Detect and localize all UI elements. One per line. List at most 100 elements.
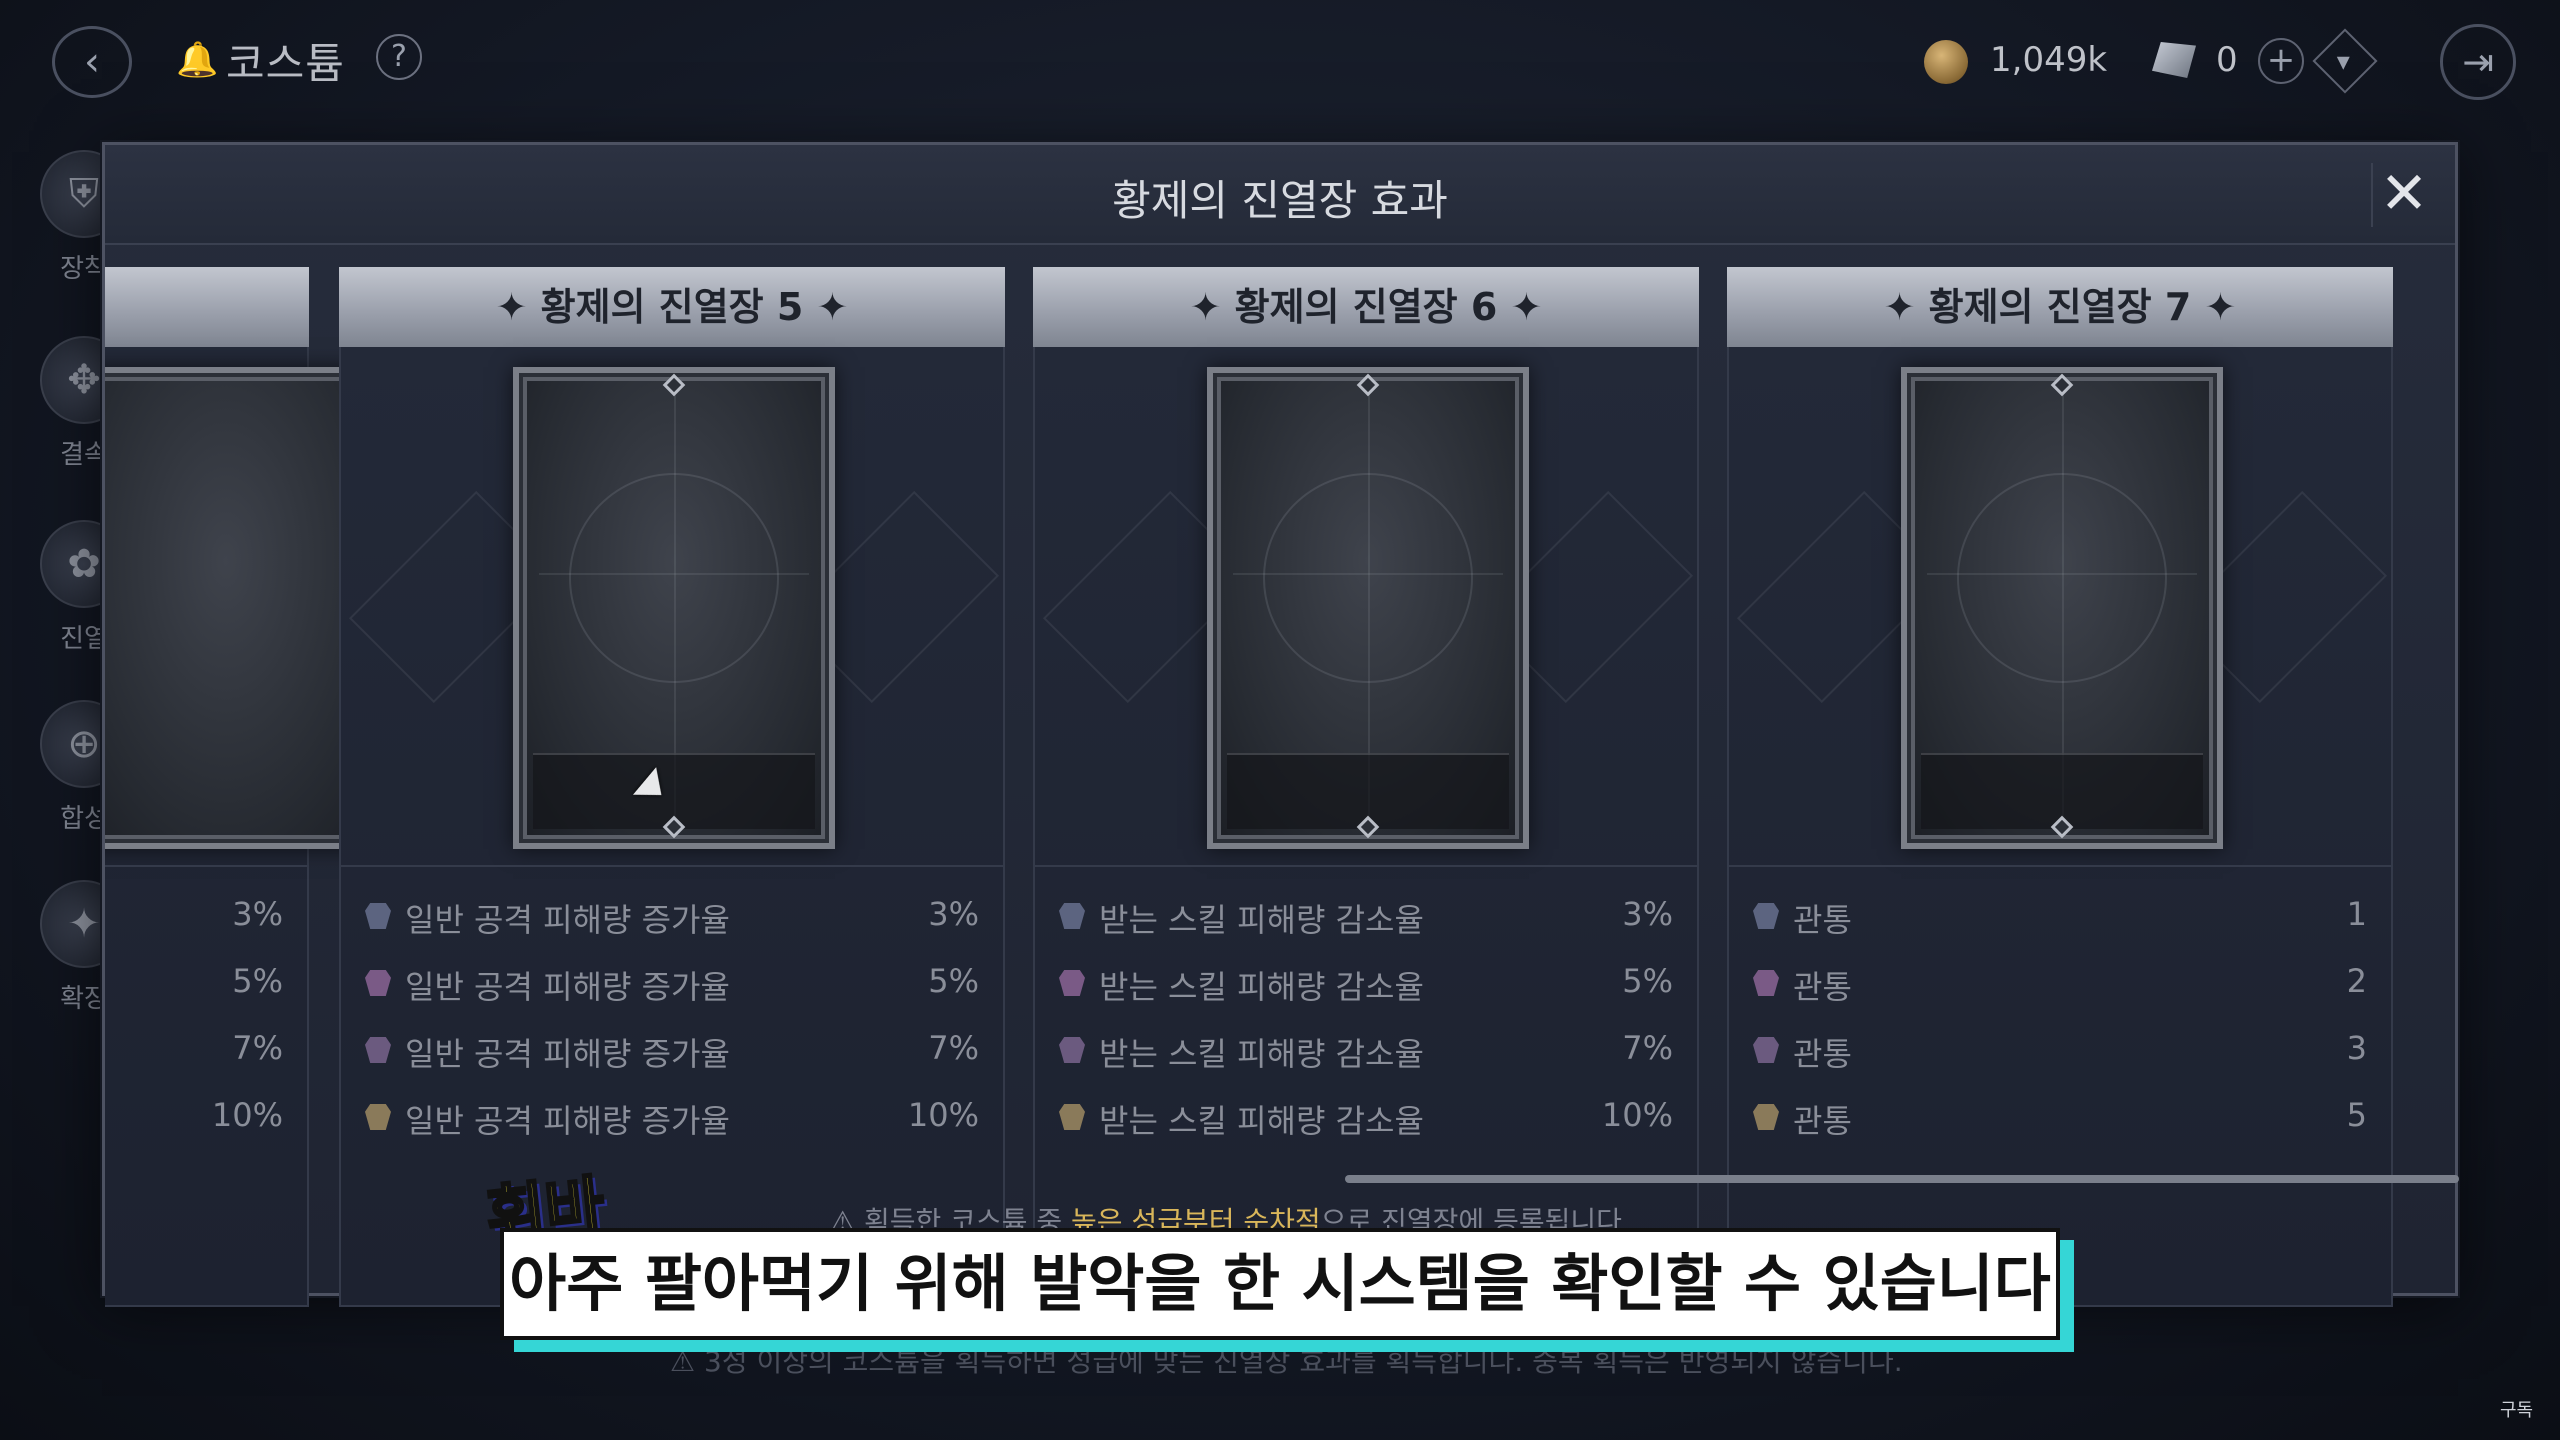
- gold-coin-icon: [1924, 40, 1968, 84]
- costume-grade-icon: [1059, 970, 1085, 996]
- stat-label: 받는 스킬 피해량 감소율: [1099, 1035, 1424, 1073]
- card-divider: [341, 865, 1003, 867]
- back-button[interactable]: ‹: [52, 26, 132, 98]
- close-button[interactable]: ✕: [2371, 163, 2435, 227]
- stat-value: 10%: [1601, 1096, 1673, 1134]
- card-title: ✦ 황제의 진열장 7 ✦: [1727, 267, 2393, 347]
- page-title: 코스튬: [226, 39, 345, 88]
- card-body: 일반 공격 피해량 증가율 3% 일반 공격 피해량 증가율 5% 일반 공격 피해…: [339, 347, 1005, 1307]
- stat-label: 관통: [1793, 1035, 1852, 1073]
- stat-value: 3%: [928, 895, 979, 933]
- modal-title: 황제의 진열장 효과: [1112, 176, 1448, 225]
- stat-row: 일반 공격 피해량 증가율 7%: [365, 1021, 983, 1081]
- stat-label: 관통: [1793, 901, 1852, 939]
- stat-row: 관통 1: [1753, 887, 2371, 947]
- costume-grade-icon: [1753, 1104, 1779, 1130]
- add-currency-button[interactable]: +: [2258, 38, 2304, 84]
- exit-button[interactable]: ⇥: [2440, 24, 2516, 100]
- costume-grade-icon: [365, 970, 391, 996]
- display-card-5[interactable]: ✦ 황제의 진열장 5 ✦ 일반 공격 피해량 증가율 3% 일반 공격 피해량 …: [339, 267, 1005, 1307]
- stat-label: 일반 공격 피해량 증가율: [405, 901, 730, 939]
- display-card-7[interactable]: ✦ 황제의 진열장 7 ✦ 관통 1 관통 2 관통 3 관통 5: [1727, 267, 2393, 1307]
- card-frame: [1207, 367, 1529, 849]
- stat-label: 받는 스킬 피해량 감소율: [1099, 901, 1424, 939]
- stat-label: 관통: [1793, 968, 1852, 1006]
- back-arrow-icon: ‹: [84, 39, 100, 85]
- costume-grade-icon: [365, 903, 391, 929]
- stat-value: 2: [2346, 962, 2367, 1000]
- stat-value: 5%: [928, 962, 979, 1000]
- stat-value: 5: [2346, 1096, 2367, 1134]
- stat-row: 관통 2: [1753, 954, 2371, 1014]
- stat-row: 10%: [105, 1088, 287, 1148]
- stat-value: 7%: [928, 1029, 979, 1067]
- stat-row: 받는 스킬 피해량 감소율 3%: [1059, 887, 1677, 947]
- costume-grade-icon: [1753, 903, 1779, 929]
- stat-row: 받는 스킬 피해량 감소율 10%: [1059, 1088, 1677, 1148]
- stat-row: 5%: [105, 954, 287, 1014]
- diamond-icon: [662, 373, 686, 397]
- display-card-4: ✦ ✦ 3% 5% 7% 10%: [105, 267, 387, 1307]
- stat-value: 1: [2346, 895, 2367, 933]
- stat-value: 5%: [232, 962, 283, 1000]
- costume-grade-icon: [1059, 1037, 1085, 1063]
- frame-line: [1927, 573, 2197, 575]
- stat-row: 7%: [105, 1021, 287, 1081]
- costume-grade-icon: [1753, 970, 1779, 996]
- horizontal-scrollbar[interactable]: [1345, 1175, 2459, 1183]
- stat-value: 3%: [232, 895, 283, 933]
- gem-icon: [2152, 42, 2196, 78]
- display-card-6[interactable]: ✦ 황제의 진열장 6 ✦ 받는 스킬 피해량 감소율 3% 받는 스킬 피해량 …: [1033, 267, 1699, 1307]
- card-title: ✦ 황제의 진열장 5 ✦: [339, 267, 1005, 347]
- stat-label: 일반 공격 피해량 증가율: [405, 968, 730, 1006]
- card-divider: [105, 865, 307, 867]
- costume-grade-icon: [1059, 903, 1085, 929]
- stat-label: 관통: [1793, 1102, 1852, 1140]
- stat-label: 받는 스킬 피해량 감소율: [1099, 1102, 1424, 1140]
- stat-row: 받는 스킬 피해량 감소율 5%: [1059, 954, 1677, 1014]
- card-body: 받는 스킬 피해량 감소율 3% 받는 스킬 피해량 감소율 5% 받는 스킬 피해…: [1033, 347, 1699, 1307]
- card-divider: [1035, 865, 1697, 867]
- exit-icon: ⇥: [2462, 40, 2494, 84]
- stat-value: 3%: [1622, 895, 1673, 933]
- chevron-down-icon: ▾: [2337, 47, 2351, 78]
- cards-scroll-area[interactable]: ✦ ✦ 3% 5% 7% 10% ✦ 황제의 진열장 5 ✦: [105, 267, 2455, 1307]
- stat-value: 5%: [1622, 962, 1673, 1000]
- stat-row: 관통 3: [1753, 1021, 2371, 1081]
- stat-row: 받는 스킬 피해량 감소율 7%: [1059, 1021, 1677, 1081]
- stat-value: 3: [2346, 1029, 2367, 1067]
- stat-row: 일반 공격 피해량 증가율 3%: [365, 887, 983, 947]
- diamond-icon: [1356, 373, 1380, 397]
- stat-row: 관통 5: [1753, 1088, 2371, 1148]
- stat-row: 3%: [105, 887, 287, 947]
- top-bar: ‹ 🔔 코스튬 ? 1,049k 0 + ▾ ⇥: [0, 0, 2560, 120]
- stat-value: 10%: [211, 1096, 283, 1134]
- currency-dropdown-button[interactable]: ▾: [2312, 28, 2378, 94]
- card-divider: [1729, 865, 2391, 867]
- gold-amount: 1,049k: [1990, 40, 2108, 80]
- stat-value: 7%: [232, 1029, 283, 1067]
- frame-line: [539, 573, 809, 575]
- costume-grade-icon: [365, 1104, 391, 1130]
- stat-value: 10%: [907, 1096, 979, 1134]
- card-title: ✦ 황제의 진열장 6 ✦: [1033, 267, 1699, 347]
- card-body: 3% 5% 7% 10%: [105, 347, 387, 1307]
- diamond-icon: [2050, 373, 2074, 397]
- stat-row: 일반 공격 피해량 증가율 10%: [365, 1088, 983, 1148]
- gem-amount: 0: [2216, 40, 2238, 80]
- bell-icon[interactable]: 🔔: [176, 40, 218, 80]
- modal-header: 황제의 진열장 효과 ✕: [105, 145, 2455, 245]
- stat-value: 7%: [1622, 1029, 1673, 1067]
- frame-line: [1233, 573, 1503, 575]
- card-frame: [1901, 367, 2223, 849]
- subtitle-caption: 아주 팔아먹기 위해 발악을 한 시스템을 확인할 수 있습니다: [500, 1228, 2060, 1340]
- help-icon[interactable]: ?: [376, 34, 422, 80]
- stat-label: 일반 공격 피해량 증가율: [405, 1035, 730, 1073]
- costume-grade-icon: [1059, 1104, 1085, 1130]
- stat-label: 받는 스킬 피해량 감소율: [1099, 968, 1424, 1006]
- card-title: ✦ ✦: [105, 267, 309, 347]
- card-frame: [513, 367, 835, 849]
- stat-row: 일반 공격 피해량 증가율 5%: [365, 954, 983, 1014]
- stat-label: 일반 공격 피해량 증가율: [405, 1102, 730, 1140]
- display-effect-modal: 황제의 진열장 효과 ✕ ✦ ✦ 3% 5% 7% 10% ✦ 황제의 진열장 …: [102, 142, 2459, 1307]
